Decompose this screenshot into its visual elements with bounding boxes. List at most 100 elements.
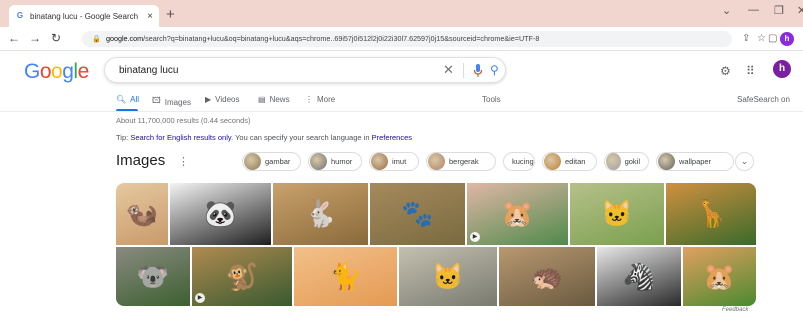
minimize-icon[interactable]: —: [748, 4, 759, 16]
url-path: /search?q=binatang+lucu&oq=binatang+lucu…: [143, 34, 540, 43]
sidepanel-icon[interactable]: ▢: [768, 33, 777, 45]
tools-button[interactable]: Tools: [482, 95, 501, 104]
chip-label: imut: [392, 157, 407, 166]
chip-imut[interactable]: imut: [369, 152, 419, 171]
tab-news[interactable]: ▤ News: [258, 95, 290, 104]
play-icon: ▶: [470, 232, 480, 242]
microphone-icon[interactable]: [473, 64, 483, 77]
chip-wallpaper[interactable]: wallpaper: [656, 152, 734, 171]
chevron-down-icon[interactable]: ⌄: [735, 152, 754, 171]
tab-more[interactable]: ⋮ More: [305, 95, 335, 104]
giraffe-photo-icon: 🦒: [694, 198, 728, 229]
quokka-photo-icon: 🐾: [401, 198, 434, 229]
chip-label: gokil: [624, 157, 640, 166]
search-box-divider: [463, 63, 464, 78]
images-menu-icon[interactable]: ⋮: [178, 155, 189, 168]
search-icon: 🔍︎: [116, 95, 127, 104]
apps-grid-icon[interactable]: ⠿: [746, 64, 755, 78]
chip-gokil[interactable]: gokil: [604, 152, 649, 171]
chip-label: gambar: [265, 157, 291, 166]
image-result-tabby-kitten[interactable]: 🐱: [399, 247, 497, 306]
image-result-slow-loris[interactable]: 🐒 ▶: [192, 247, 292, 306]
browser-tab[interactable]: G binatang lucu - Google Search ×: [9, 5, 159, 27]
chip-thumbnail: [658, 153, 675, 170]
image-result-meerkat[interactable]: 🦦: [116, 183, 168, 245]
search-input[interactable]: binatang lucu: [119, 65, 179, 76]
chip-label: wallpaper: [679, 157, 712, 166]
images-heading[interactable]: Images: [116, 152, 165, 169]
chip-humor[interactable]: humor: [308, 152, 362, 171]
image-result-quokka[interactable]: 🐾: [370, 183, 465, 245]
browser-profile-avatar[interactable]: h: [780, 32, 794, 46]
account-avatar[interactable]: h: [773, 60, 791, 78]
chip-thumbnail: [371, 153, 388, 170]
logo-letter: e: [77, 60, 90, 83]
panda-photo-icon: 🐼: [204, 198, 237, 229]
language-tip: Tip: Search for English results only. Yo…: [116, 133, 412, 142]
chip-thumbnail: [606, 153, 621, 170]
logo-letter: o: [39, 60, 52, 83]
kitten-grey-photo-icon: 🐱: [600, 198, 634, 229]
image-result-zebra[interactable]: 🦓: [597, 247, 681, 306]
image-result-hamster-hand[interactable]: 🐹 ▶: [467, 183, 568, 245]
chip-label: humor: [331, 157, 353, 166]
slow-loris-photo-icon: 🐒: [225, 261, 259, 291]
reload-icon[interactable]: ↻: [51, 31, 61, 45]
play-icon: ▶: [195, 293, 205, 303]
image-result-hamster-orange[interactable]: 🐹: [683, 247, 756, 306]
zebra-photo-icon: 🦓: [622, 261, 656, 291]
back-icon[interactable]: ←: [8, 31, 20, 45]
forward-icon[interactable]: →: [29, 31, 41, 45]
image-result-giraffe[interactable]: 🦒: [666, 183, 756, 245]
safesearch-link[interactable]: SafeSearch on: [737, 95, 790, 104]
address-bar[interactable]: 🔒 google.com/search?q=binatang+lucu&oq=bi…: [82, 31, 732, 47]
tip-middle: . You can specify your search language i…: [231, 133, 372, 142]
image-result-panda[interactable]: 🐼: [170, 183, 271, 245]
search-box[interactable]: binatang lucu ✕ ⚲: [104, 57, 506, 83]
image-result-kitten-grey[interactable]: 🐱: [570, 183, 664, 245]
maximize-icon[interactable]: ❐: [774, 4, 784, 17]
tab-title: binatang lucu - Google Search: [30, 11, 139, 21]
chip-gambar[interactable]: gambar: [242, 152, 301, 171]
logo-letter: g: [62, 60, 74, 83]
tabby-kitten-photo-icon: 🐱: [431, 261, 465, 291]
tab-label: Videos: [215, 95, 240, 104]
logo-letter: o: [51, 60, 63, 83]
meerkat-photo-icon: 🦦: [125, 198, 159, 229]
tab-label: More: [317, 95, 336, 104]
image-result-koala[interactable]: 🐨: [116, 247, 190, 306]
image-result-rabbit[interactable]: 🐇: [273, 183, 368, 245]
search-icon[interactable]: ⚲: [490, 63, 499, 77]
tab-close-icon[interactable]: ×: [147, 11, 153, 22]
image-result-hedgehog[interactable]: 🦔: [499, 247, 595, 306]
hedgehog-photo-icon: 🦔: [530, 261, 564, 291]
new-tab-button[interactable]: +: [166, 7, 175, 22]
preferences-link[interactable]: Preferences: [372, 133, 412, 142]
google-logo[interactable]: Google: [24, 60, 89, 84]
tab-images[interactable]: 🖾 Images: [152, 95, 191, 109]
tab-search-chevron-icon[interactable]: ⌄: [722, 4, 731, 17]
clear-search-icon[interactable]: ✕: [443, 63, 454, 77]
image-result-orange-kitten[interactable]: 🐈: [294, 247, 397, 306]
chip-thumbnail: [544, 153, 561, 170]
more-vertical-icon: ⋮: [305, 95, 313, 104]
tip-prefix: Tip:: [116, 133, 131, 142]
bookmark-star-icon[interactable]: ☆: [757, 33, 766, 45]
chip-label: bergerak: [449, 157, 479, 166]
tab-all[interactable]: 🔍︎ All: [116, 95, 139, 104]
settings-gear-icon[interactable]: ⚙: [720, 64, 731, 78]
feedback-link[interactable]: Feedback: [722, 307, 748, 313]
chip-editan[interactable]: editan: [542, 152, 597, 171]
tab-videos[interactable]: ▶︎ Videos: [205, 95, 239, 104]
image-results-grid: 🦦 🐼 🐇 🐾 🐹 ▶ 🐱 🦒 🐨 🐒 ▶ 🐈 🐱 🦔 🦓 🐹: [116, 183, 756, 306]
chip-kucing[interactable]: kucing: [503, 152, 535, 171]
koala-photo-icon: 🐨: [136, 261, 170, 291]
news-icon: ▤: [258, 95, 266, 104]
share-icon[interactable]: ⇪: [742, 33, 750, 45]
tab-label: News: [269, 95, 290, 104]
close-window-icon[interactable]: ✕: [797, 4, 803, 17]
english-results-link[interactable]: Search for English results only: [130, 133, 231, 142]
chip-thumbnail: [244, 153, 261, 170]
browser-tab-strip: G binatang lucu - Google Search × + ⌄ — …: [0, 0, 803, 27]
chip-bergerak[interactable]: bergerak: [426, 152, 496, 171]
